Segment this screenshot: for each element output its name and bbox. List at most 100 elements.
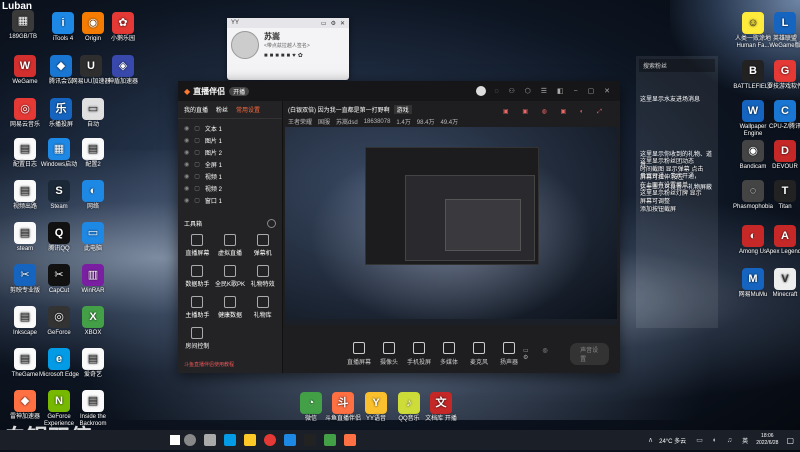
popup-tag-icon[interactable]: ■ (270, 53, 274, 59)
scene-item[interactable]: ◉ ▢ 文本 1 (184, 122, 276, 134)
lock-icon[interactable]: ▢ (194, 197, 200, 204)
weather-widget[interactable]: 24°C 多云 (659, 436, 686, 445)
tool-button[interactable]: 主播助手 (182, 296, 213, 319)
eye-icon[interactable]: ◉ (184, 197, 189, 204)
desktop-left-icon-19[interactable]: ▭ 此电脑 (70, 222, 116, 253)
desktop-left-icon-3[interactable]: ✿ 小鹅乐园 (100, 12, 146, 43)
input-method[interactable]: 英 (742, 436, 748, 445)
scene-item[interactable]: ◉ ▢ 全屏 1 (184, 158, 276, 170)
desktop-right-icon-9[interactable]: T Titan (762, 180, 800, 211)
eye-icon[interactable]: ◉ (184, 173, 189, 180)
stream-action-icons[interactable]: ▣ ▣ ◍ ▣ ◐ ⤢ (503, 108, 608, 116)
desktop-bottom-icon-4[interactable]: 文文档库 开播 (418, 392, 464, 423)
popup-tag-icon[interactable]: ✿ (298, 52, 303, 59)
tray-up-icon[interactable]: ∧ (648, 436, 653, 444)
scene-item[interactable]: ◉ ▢ 图片 2 (184, 146, 276, 158)
start-icon[interactable] (170, 435, 180, 445)
toolbar-icon (353, 342, 365, 354)
netease-music-icon[interactable] (264, 434, 276, 446)
taskview-icon[interactable] (204, 434, 216, 446)
toolbar-button[interactable]: 麦克风 (465, 342, 493, 366)
desktop-left-icon-25[interactable]: X XBOX (70, 306, 116, 337)
user-avatar-icon[interactable] (476, 86, 487, 96)
tray-icons[interactable]: ▭ ◐ ♫ (696, 436, 736, 444)
eye-icon[interactable]: ◉ (184, 125, 189, 132)
desktop-left-icon-13[interactable]: ▤ 配置2 (70, 138, 116, 169)
tool-button[interactable]: 礼物特效 (247, 265, 278, 288)
desktop-left-icon-7[interactable]: ◈ 神盾加速器 (100, 55, 146, 86)
toolbar-button[interactable]: 扬声器 (495, 342, 523, 366)
streaming-app-window[interactable]: ◆ 直播伴侣 开播 ◌ ⚇ ⬡ ☰ ◧ − ▢ ✕ 我的直播 粉丝 常用设置 ◉ ▢ 文… (178, 81, 620, 373)
scene-item[interactable]: ◉ ▢ 视频 2 (184, 182, 276, 194)
tool-button[interactable]: 数据助手 (182, 265, 213, 288)
toolbar-button[interactable]: 手机投屏 (405, 342, 433, 366)
tool-button[interactable]: 房间控制 (182, 327, 213, 350)
toolbox-toggle-icon[interactable] (267, 219, 276, 228)
douyu-icon[interactable] (344, 434, 356, 446)
lock-icon[interactable]: ▢ (194, 149, 200, 156)
app-titlebar[interactable]: ◆ 直播伴侣 开播 ◌ ⚇ ⬡ ☰ ◧ − ▢ ✕ (178, 81, 620, 101)
audio-settings-button[interactable]: 声音设置 (570, 343, 609, 365)
store-icon[interactable] (284, 434, 296, 446)
scene-item[interactable]: ◉ ▢ 窗口 1 (184, 194, 276, 206)
popup-tag-icon[interactable]: ■ (264, 53, 268, 59)
eye-icon[interactable]: ◉ (184, 137, 189, 144)
desktop-right-icon-11[interactable]: A Apex Legends (762, 225, 800, 256)
eye-icon[interactable]: ◉ (184, 185, 189, 192)
lock-icon[interactable]: ▢ (194, 161, 200, 168)
clock[interactable]: 18:06 2022/6/28 (756, 433, 778, 447)
toolbar-button[interactable]: 直播屏幕 (345, 342, 373, 366)
eye-icon[interactable]: ◉ (184, 161, 189, 168)
tab-0[interactable]: 我的直播 (184, 105, 208, 114)
scene-item[interactable]: ◉ ▢ 视频 1 (184, 170, 276, 182)
desktop-left-icon-10[interactable]: ▭ 自动 (70, 98, 116, 129)
desktop-right-icon-7[interactable]: D DEVOUR (762, 140, 800, 171)
avatar[interactable] (231, 31, 259, 59)
settings-icon[interactable]: ⚙ (331, 20, 336, 27)
edge-icon[interactable] (224, 434, 236, 446)
tool-button[interactable]: 虚拟直播 (215, 234, 246, 257)
stream-tag[interactable]: 游戏 (393, 105, 412, 114)
profile-popup[interactable]: YY ▭ ⚙ ✕ 苏嵩 <带点兹拉越人签名> ■ ■ ■ ■ ■ ♥ ✿ (227, 18, 349, 80)
lock-icon[interactable]: ▢ (194, 185, 200, 192)
wechat-icon[interactable] (324, 434, 336, 446)
desktop-left-icon-22[interactable]: ▥ WinRAR (70, 264, 116, 295)
qq-icon[interactable] (304, 434, 316, 446)
toolbar-button[interactable]: 多媒体 (435, 342, 463, 366)
window-controls[interactable]: ◌ ⚇ ⬡ ☰ ◧ − ▢ ✕ (494, 87, 614, 95)
desktop-right-icon-1[interactable]: L 英雄联盟WeGame版 (762, 12, 800, 50)
bottom-tip[interactable]: 斗鱼直播伴侣使用教程 (184, 361, 234, 368)
toolbar-extra-icons[interactable]: ▭ ◎ ⚙ (523, 347, 562, 361)
tool-button[interactable]: 健康数据 (215, 296, 246, 319)
desktop-left-icon-28[interactable]: ▤ 爱奇艺 (70, 348, 116, 379)
lock-icon[interactable]: ▢ (194, 125, 200, 132)
toolbar-button[interactable]: 摄像头 (375, 342, 403, 366)
notification-icon[interactable]: ▢ (786, 436, 794, 445)
popup-tag-icon[interactable]: ■ (281, 53, 285, 59)
desktop-right-icon-13[interactable]: V Minecraft (762, 268, 800, 299)
tab-2[interactable]: 常用设置 (236, 105, 260, 114)
desktop-right-icon-3[interactable]: G 罗技游戏软件 (762, 60, 800, 91)
close-icon[interactable]: ✕ (340, 20, 345, 27)
explorer-icon[interactable] (244, 434, 256, 446)
scene-item[interactable]: ◉ ▢ 图片 1 (184, 134, 276, 146)
preview-area[interactable] (285, 127, 617, 325)
popup-tag-icon[interactable]: ♥ (292, 53, 296, 59)
tool-button[interactable]: 礼物库 (247, 296, 278, 319)
eye-icon[interactable]: ◉ (184, 149, 189, 156)
tool-button[interactable]: 弹幕机 (247, 234, 278, 257)
popup-tag-icon[interactable]: ■ (287, 53, 291, 59)
popup-tag-icon[interactable]: ■ (275, 53, 279, 59)
tool-label: 弹幕机 (253, 251, 272, 257)
tab-1[interactable]: 粉丝 (216, 105, 228, 114)
minimize-icon[interactable]: ▭ (321, 20, 327, 27)
search-icon[interactable] (184, 434, 196, 446)
tool-button[interactable]: 全民K歌PK (215, 265, 246, 288)
lock-icon[interactable]: ▢ (194, 173, 200, 180)
desktop-right-icon-5[interactable]: C CPU-Z/腾讯 (762, 100, 800, 131)
danmaku-line (640, 106, 714, 117)
tool-button[interactable]: 直播屏幕 (182, 234, 213, 257)
danmaku-search[interactable]: 搜索粉丝 (639, 59, 715, 72)
lock-icon[interactable]: ▢ (194, 137, 200, 144)
desktop-left-icon-16[interactable]: ◐ 网络 (70, 180, 116, 211)
